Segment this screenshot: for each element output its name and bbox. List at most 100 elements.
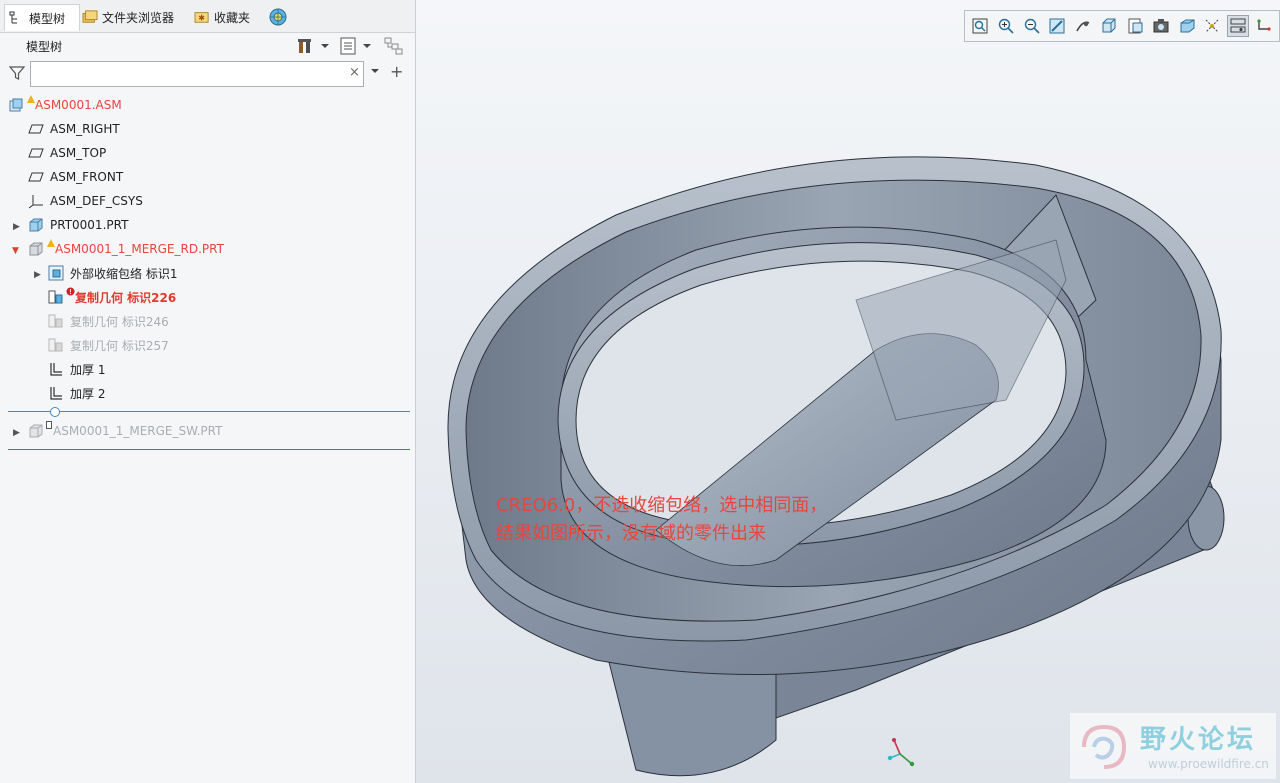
model-tree-panel: 模型树 文件夹浏览器 ✱ 收藏夹 模型树 × + ASM0001.ASM ASM… bbox=[0, 0, 416, 783]
insert-here-handle[interactable] bbox=[50, 407, 60, 417]
tree-item-merge-sw[interactable]: ASM0001_1_MERGE_SW.PRT bbox=[28, 419, 222, 443]
tree-item-label: 复制几何 标识257 bbox=[70, 338, 169, 353]
datum-plane-icon bbox=[28, 145, 44, 161]
repaint-button[interactable] bbox=[1046, 15, 1068, 37]
chevron-down-icon[interactable] bbox=[370, 66, 380, 76]
part-icon bbox=[28, 241, 44, 257]
suppressed-mark-icon bbox=[46, 421, 52, 429]
globe-icon bbox=[269, 8, 287, 26]
warning-icon bbox=[47, 239, 55, 247]
search-input[interactable] bbox=[30, 61, 364, 87]
watermark-title: 野火论坛 bbox=[1140, 725, 1257, 755]
tree-item-label: ASM0001.ASM bbox=[35, 98, 122, 112]
tree-item-asm-right[interactable]: ASM_RIGHT bbox=[28, 117, 120, 141]
annotation-icon bbox=[1230, 18, 1246, 33]
tree-item-asm-front[interactable]: ASM_FRONT bbox=[28, 165, 123, 189]
tree-item-label: ASM0001_1_MERGE_SW.PRT bbox=[53, 424, 223, 438]
part-icon bbox=[28, 217, 44, 233]
panel-header: 模型树 bbox=[0, 34, 415, 58]
csys-display-button[interactable] bbox=[1253, 15, 1275, 37]
coordinate-triad-icon bbox=[887, 738, 915, 767]
expand-arrow-icon[interactable]: ▶ bbox=[34, 270, 41, 280]
tree-item-thicken-2[interactable]: 加厚 2 bbox=[48, 381, 105, 405]
csys-display-icon bbox=[1257, 19, 1271, 31]
part-icon bbox=[28, 423, 44, 439]
shrinkwrap-icon bbox=[48, 265, 64, 281]
tools-icon bbox=[298, 39, 311, 53]
repaint-icon bbox=[1049, 18, 1065, 34]
tree-item-asm-def-csys[interactable]: ASM_DEF_CSYS bbox=[28, 189, 143, 213]
tree-item-label: 复制几何 标识246 bbox=[70, 314, 169, 329]
tree-item-label: ASM_FRONT bbox=[50, 170, 124, 184]
clear-icon[interactable]: × bbox=[349, 65, 360, 80]
tree-item-copy-geom-226[interactable]: 复制几何 标识226 bbox=[48, 285, 176, 309]
show-menu-button[interactable] bbox=[340, 36, 372, 56]
tree-item-copy-geom-257[interactable]: 复制几何 标识257 bbox=[48, 333, 169, 357]
csys-icon bbox=[28, 193, 44, 209]
tree-item-asm0001[interactable]: ASM0001.ASM bbox=[8, 93, 122, 117]
add-icon[interactable]: + bbox=[390, 62, 403, 81]
tree-columns-button[interactable] bbox=[384, 36, 404, 56]
collapse-arrow-icon[interactable]: ▼ bbox=[12, 246, 19, 256]
svg-text:✱: ✱ bbox=[198, 14, 205, 23]
assembly-icon bbox=[8, 97, 24, 113]
spin-center-button[interactable] bbox=[1072, 15, 1094, 37]
model-tree-icon bbox=[9, 11, 17, 24]
tree-item-label: ASM_DEF_CSYS bbox=[50, 194, 143, 208]
tab-favorites[interactable]: ✱ 收藏夹 bbox=[194, 4, 250, 30]
watermark-logo-icon bbox=[1082, 724, 1127, 769]
annotation-display-button[interactable] bbox=[1227, 15, 1250, 37]
datum-plane-icon bbox=[28, 169, 44, 185]
favorites-icon: ✱ bbox=[194, 12, 209, 23]
tree-item-asm-top[interactable]: ASM_TOP bbox=[28, 141, 106, 165]
list-icon bbox=[340, 37, 356, 55]
spin-center-icon bbox=[1076, 21, 1090, 32]
tree-item-label: ASM_TOP bbox=[50, 146, 107, 160]
refit-button[interactable] bbox=[969, 15, 991, 37]
tab-label: 文件夹浏览器 bbox=[102, 10, 175, 25]
tab-model-tree[interactable]: 模型树 bbox=[4, 4, 80, 31]
error-icon bbox=[66, 287, 75, 295]
display-style-button[interactable] bbox=[1098, 15, 1120, 37]
datum-display-button[interactable] bbox=[1201, 15, 1223, 37]
expand-arrow-icon[interactable]: ▶ bbox=[13, 222, 20, 232]
tree-item-label: 加厚 2 bbox=[70, 386, 106, 401]
datum-plane-icon bbox=[28, 121, 44, 137]
saved-views-button[interactable] bbox=[1124, 15, 1146, 37]
graphics-window[interactable]: CREO6.0，不选收缩包络，选中相同面， 结果如图所示，没有域的零件出来 野火… bbox=[416, 0, 1280, 783]
watermark-url: www.proewildfire.cn bbox=[1148, 757, 1269, 771]
chevron-down-icon bbox=[363, 44, 371, 48]
tree-bottom-separator bbox=[8, 449, 410, 450]
thicken-icon bbox=[48, 385, 64, 401]
annotation-line-1: CREO6.0，不选收缩包络，选中相同面， bbox=[496, 495, 828, 516]
folder-icon bbox=[82, 10, 98, 23]
tree-item-label: 复制几何 标识226 bbox=[75, 290, 177, 305]
tree-item-label: ASM_RIGHT bbox=[50, 122, 120, 136]
settings-menu-button[interactable] bbox=[296, 36, 330, 56]
tree-item-shrinkwrap[interactable]: 外部收缩包络 标识1 bbox=[48, 261, 177, 285]
tab-web-browser[interactable] bbox=[268, 4, 288, 30]
datum-display-icon bbox=[1206, 19, 1219, 33]
tree-item-thicken-1[interactable]: 加厚 1 bbox=[48, 357, 105, 381]
tree-item-label: PRT0001.PRT bbox=[50, 218, 129, 232]
tab-folder-browser[interactable]: 文件夹浏览器 bbox=[82, 4, 174, 30]
tree-item-label: ASM0001_1_MERGE_RD.PRT bbox=[55, 242, 224, 256]
tree-item-merge-rd[interactable]: ASM0001_1_MERGE_RD.PRT bbox=[28, 237, 224, 261]
tree-item-prt0001[interactable]: PRT0001.PRT bbox=[28, 213, 128, 237]
saved-views-icon bbox=[1128, 18, 1143, 34]
filter-icon[interactable] bbox=[9, 65, 25, 81]
zoom-in-icon bbox=[998, 18, 1014, 34]
tab-label: 模型树 bbox=[29, 11, 66, 26]
zoom-in-button[interactable] bbox=[995, 15, 1017, 37]
section-view-button[interactable] bbox=[1176, 15, 1198, 37]
tree-item-copy-geom-246[interactable]: 复制几何 标识246 bbox=[48, 309, 169, 333]
camera-icon bbox=[1153, 19, 1169, 33]
copy-geometry-icon bbox=[48, 313, 64, 329]
expand-arrow-icon[interactable]: ▶ bbox=[13, 428, 20, 438]
perspective-button[interactable] bbox=[1150, 15, 1172, 37]
zoom-out-button[interactable] bbox=[1021, 15, 1043, 37]
annotation-text: CREO6.0，不选收缩包络，选中相同面， 结果如图所示，没有域的零件出来 bbox=[496, 492, 827, 548]
panel-title: 模型树 bbox=[26, 40, 63, 54]
tree-item-label: 加厚 1 bbox=[70, 362, 106, 377]
insert-here-line[interactable] bbox=[8, 411, 410, 412]
